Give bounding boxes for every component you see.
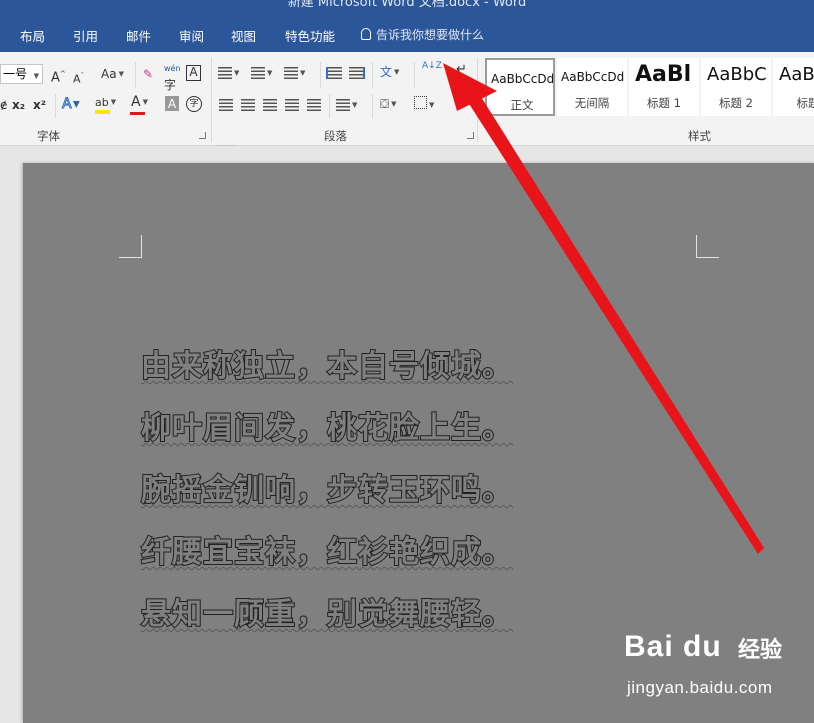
- baidu-watermark: Bai du 经验 jingyan.baidu.com: [620, 630, 800, 710]
- watermark-brand: Bai du: [624, 630, 722, 663]
- arrow-shaft: [466, 92, 764, 554]
- watermark-url: jingyan.baidu.com: [627, 678, 773, 697]
- watermark-text: 经验: [738, 638, 783, 663]
- arrow-head: [443, 63, 497, 111]
- red-arrow-annotation: [443, 63, 764, 554]
